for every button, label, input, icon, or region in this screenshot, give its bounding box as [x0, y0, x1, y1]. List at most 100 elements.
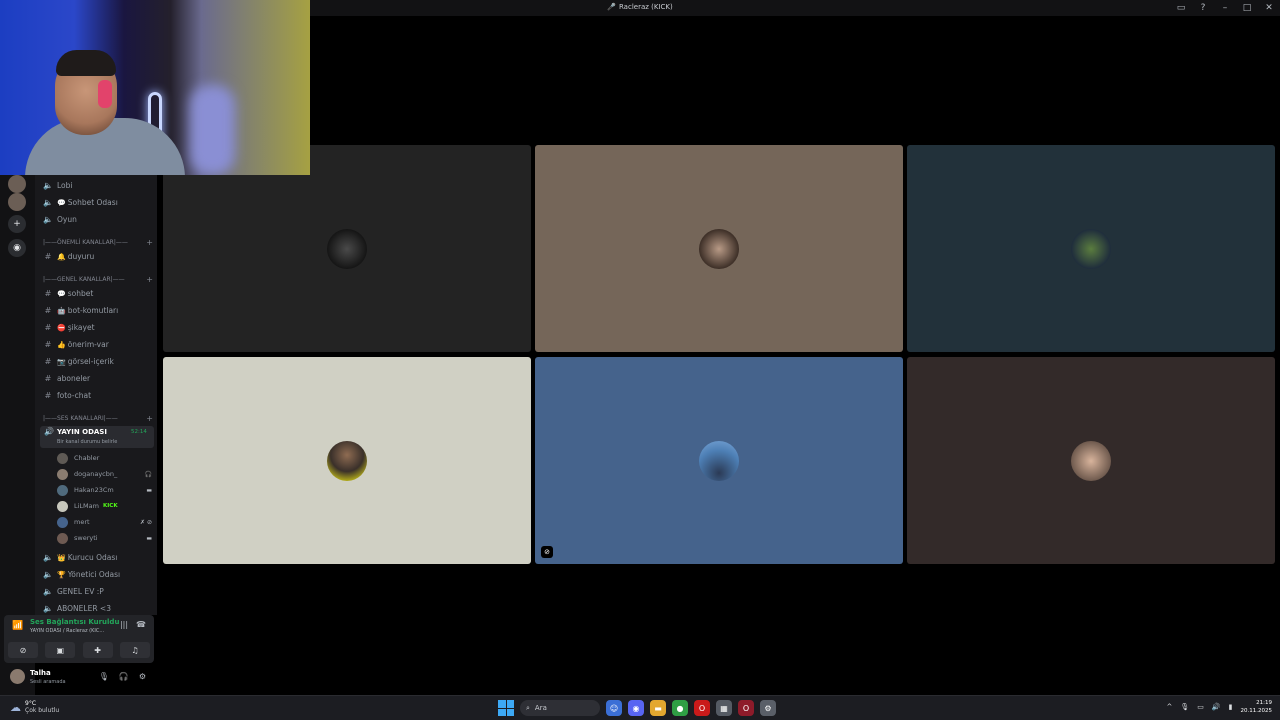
channel-aboneler-voice[interactable]: 🔈 ABONELER <3 — [43, 601, 111, 615]
channel-label: ABONELER <3 — [57, 604, 111, 613]
signal-icon[interactable]: 📶 — [12, 621, 23, 631]
screen-share-button[interactable]: ▣ — [45, 642, 76, 658]
channel-label: bot-komutları — [67, 306, 119, 315]
channel-gorsel-icerik[interactable]: # 📷 görsel-içerik — [43, 354, 114, 369]
lamp — [190, 85, 235, 175]
chevron-up-icon[interactable]: ^ — [1167, 703, 1173, 711]
headphones-icon[interactable]: 🎧 — [119, 672, 129, 681]
user-name: LiLMam — [74, 502, 99, 510]
add-channel-icon[interactable]: + — [146, 414, 153, 423]
user-panel: Talha Sesli aramada 🎙 🎧 ⚙ — [4, 665, 154, 691]
clock[interactable]: 21:19 20.11.2025 — [1241, 699, 1273, 715]
inbox-icon[interactable]: ▭ — [1170, 0, 1192, 16]
soundboard-button[interactable]: ♫ — [119, 642, 150, 658]
user-name: Chabler — [74, 454, 100, 462]
channel-label: Oyun — [57, 215, 77, 224]
user-name: Hakan23Cm — [74, 486, 114, 494]
server-icon[interactable] — [8, 193, 26, 211]
category-label: |——GENEL KANALLAR|—— — [43, 275, 125, 283]
opera-gx-icon[interactable]: O — [694, 700, 710, 716]
discover-icon[interactable]: ◉ — [8, 239, 26, 257]
category-important[interactable]: |——ÖNEMLİ KANALLAR|—— + — [43, 237, 153, 247]
weather-widget[interactable]: ☁ 9°C Çok bulutlu — [10, 700, 59, 714]
channel-genel-ev[interactable]: 🔈 GENEL EV :P — [43, 584, 104, 599]
channel-foto-chat[interactable]: # foto-chat — [43, 388, 91, 403]
channel-status-hint[interactable]: Bir kanal durumu belirle — [57, 439, 117, 445]
participant-tile[interactable] — [907, 357, 1275, 564]
channel-aboneler[interactable]: # aboneler — [43, 371, 90, 386]
close-button[interactable]: ✕ — [1258, 0, 1280, 16]
volume-icon[interactable]: 🔊 — [1212, 703, 1221, 711]
file-explorer-icon[interactable]: ▬ — [650, 700, 666, 716]
search-placeholder: Ara — [534, 704, 547, 712]
channel-sohbet[interactable]: # 💬 sohbet — [43, 286, 94, 301]
voice-user[interactable]: LiLMam KICK — [57, 499, 152, 513]
activities-button[interactable]: ✚ — [82, 642, 113, 658]
settings-icon[interactable]: ⚙ — [139, 672, 146, 681]
channel-yonetici-odasi[interactable]: 🔈 🏆 Yönetici Odası — [43, 567, 120, 582]
participant-tile[interactable] — [163, 145, 531, 352]
disconnect-icon[interactable]: ☎ — [136, 620, 146, 629]
battery-icon[interactable]: ▮ — [1229, 703, 1233, 711]
minimize-button[interactable]: – — [1214, 0, 1236, 16]
channel-lobi[interactable]: 🔈 Lobi — [43, 178, 72, 193]
participant-tile[interactable] — [535, 145, 903, 352]
voice-user[interactable]: Hakan23Cm ▬ — [57, 483, 152, 497]
opera-icon[interactable]: O — [738, 700, 754, 716]
microphone-tray-icon[interactable]: 🎙 — [1180, 703, 1189, 711]
channel-label: GENEL EV :P — [57, 587, 104, 596]
channel-emoji: 👑 — [57, 553, 66, 562]
channel-label: Sohbet Odası — [67, 198, 118, 207]
avatar — [57, 516, 68, 528]
add-server-icon[interactable]: + — [8, 215, 26, 233]
kick-badge: KICK — [102, 503, 118, 509]
channel-duyuru[interactable]: # 🔔 duyuru — [43, 249, 95, 264]
settings-app-icon[interactable]: ⚙ — [760, 700, 776, 716]
channel-bot-komutlari[interactable]: # 🤖 bot-komutları — [43, 303, 119, 318]
add-channel-icon[interactable]: + — [146, 238, 153, 247]
start-button[interactable] — [498, 700, 514, 716]
hash-icon: # — [44, 391, 52, 400]
app-icon[interactable]: ▦ — [716, 700, 732, 716]
channel-onerim-var[interactable]: # 👍 önerim-var — [43, 337, 109, 352]
participant-tile[interactable] — [163, 357, 531, 564]
speaker-icon: 🔈 — [43, 215, 53, 224]
participant-tile[interactable]: ⊘ — [535, 357, 903, 564]
channel-kurucu-odasi[interactable]: 🔈 👑 Kurucu Odası — [43, 550, 117, 565]
hash-icon: # — [44, 306, 52, 315]
avatar[interactable] — [10, 669, 25, 684]
voice-user[interactable]: mert ✗ ⊘ — [57, 515, 152, 529]
server-icon[interactable] — [8, 175, 26, 193]
maximize-button[interactable]: □ — [1236, 0, 1258, 16]
category-general[interactable]: |——GENEL KANALLAR|—— + — [43, 274, 153, 284]
voice-user[interactable]: doganaycbn_ 🎧 — [57, 467, 152, 481]
hash-icon: # — [44, 340, 52, 349]
status-icon: ▬ — [146, 486, 152, 494]
add-channel-icon[interactable]: + — [146, 275, 153, 284]
network-icon[interactable]: ▭ — [1197, 703, 1204, 711]
channel-oyun[interactable]: 🔈 Oyun — [43, 212, 77, 227]
category-voice[interactable]: |——SES KANALLARI|—— + — [43, 413, 153, 423]
search-box[interactable]: ⌕ Ara — [520, 700, 600, 716]
chrome-icon[interactable]: ● — [672, 700, 688, 716]
voice-actions: ||| ☎ — [120, 620, 146, 629]
voice-channel[interactable]: YAYIN ODASI / Racleraz (KIC... — [30, 628, 104, 634]
speaker-icon: 🔈 — [43, 604, 53, 613]
voice-user[interactable]: sweryti ▬ — [57, 531, 152, 545]
voice-user[interactable]: Chabler — [57, 451, 152, 465]
discord-icon[interactable]: ◉ — [628, 700, 644, 716]
hash-icon: # — [44, 357, 52, 366]
widgets-icon[interactable]: ☺ — [606, 700, 622, 716]
channel-sohbet-odasi[interactable]: 🔈 💬 Sohbet Odası — [43, 195, 118, 210]
voice-status[interactable]: Ses Bağlantısı Kuruldu — [30, 618, 119, 626]
camera-button[interactable]: ⊘ — [8, 642, 38, 658]
participant-tile[interactable] — [907, 145, 1275, 352]
channel-sikayet[interactable]: # ⛔ şikayet — [43, 320, 95, 335]
microphone-icon[interactable]: 🎙 — [99, 672, 109, 681]
date: 20.11.2025 — [1240, 708, 1273, 714]
help-icon[interactable]: ? — [1192, 0, 1214, 16]
noise-suppression-icon[interactable]: ||| — [120, 620, 128, 629]
user-name[interactable]: Talha — [30, 669, 51, 677]
avatar — [699, 440, 739, 481]
window-title-text: Racleraz (KICK) — [618, 3, 673, 11]
